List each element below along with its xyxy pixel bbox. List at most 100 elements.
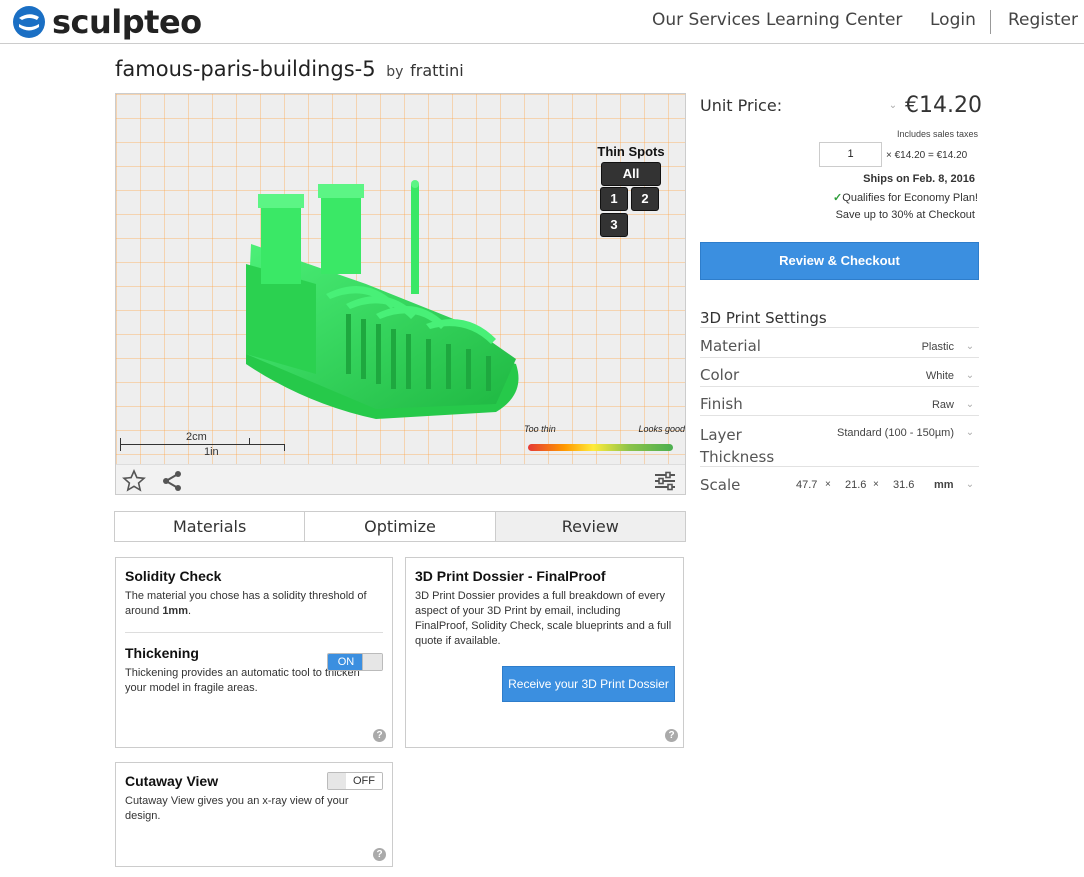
help-icon[interactable]: ?	[373, 729, 386, 742]
scale-legend: 2cm 1in	[120, 431, 290, 460]
cutaway-panel: Cutaway View Cutaway View gives you an x…	[115, 762, 393, 867]
chevron-down-icon[interactable]: ⌄	[963, 398, 977, 412]
toggle-on-label: ON	[328, 654, 364, 670]
setting-layer-thickness[interactable]: Layer Thickness Standard (100 - 150µm) ⌄	[700, 415, 979, 466]
dossier-text: 3D Print Dossier provides a full breakdo…	[415, 590, 672, 647]
product-title: famous-paris-buildings-5	[115, 57, 376, 81]
help-icon[interactable]: ?	[373, 848, 386, 861]
thin-spots-title: Thin Spots	[597, 144, 665, 159]
dossier-title: 3D Print Dossier - FinalProof	[415, 568, 606, 584]
thin-spots-panel: Thin Spots All	[596, 144, 666, 186]
layer-label-line2: Thickness	[700, 448, 775, 466]
thickness-gradient-bar	[528, 444, 673, 451]
economy-plan: ✓Qualifies for Economy Plan!	[833, 191, 978, 204]
tab-optimize[interactable]: Optimize	[305, 512, 496, 541]
unit-price-label: Unit Price:	[700, 96, 783, 115]
nav-separator	[990, 10, 991, 34]
color-label: Color	[700, 366, 740, 384]
chevron-down-icon[interactable]: ⌄	[963, 478, 977, 492]
star-icon[interactable]	[122, 469, 146, 493]
help-icon[interactable]: ?	[665, 729, 678, 742]
cutaway-text: Cutaway View gives you an x-ray view of …	[125, 795, 349, 822]
tab-materials[interactable]: Materials	[115, 512, 306, 541]
solidity-thickening-panel: Solidity Check The material you chose ha…	[115, 557, 393, 748]
scale-tick	[284, 444, 285, 451]
ship-date: Ships on Feb. 8, 2016	[863, 173, 975, 185]
toggle-knob	[362, 654, 382, 670]
solidity-check-title: Solidity Check	[125, 568, 222, 584]
finish-value: Raw	[931, 399, 954, 411]
cutaway-toggle[interactable]: OFF	[327, 772, 383, 790]
thickening-toggle[interactable]: ON	[327, 653, 383, 671]
finish-label: Finish	[700, 395, 743, 413]
scale-y-input[interactable]: 21.6	[845, 479, 866, 491]
scale-cm-label: 2cm	[186, 431, 207, 443]
settings-sliders-icon[interactable]	[653, 469, 677, 493]
nav-learning-center[interactable]: Learning Center	[766, 10, 902, 30]
toggle-knob	[328, 773, 348, 789]
material-label: Material	[700, 337, 761, 355]
share-icon[interactable]	[160, 469, 184, 493]
thin-spot-1-button[interactable]: 1	[600, 187, 628, 211]
setting-color[interactable]: Color White ⌄	[700, 357, 979, 386]
looks-good-label: Looks good	[638, 424, 685, 434]
3d-model[interactable]	[226, 174, 526, 424]
economy-plan-text: Qualifies for Economy Plan!	[842, 192, 978, 204]
checkmark-icon: ✓	[833, 192, 843, 204]
thin-spot-2-button[interactable]: 2	[631, 187, 659, 211]
layer-thickness-value: Standard (100 - 150µm)	[836, 427, 954, 439]
viewer-toolbar	[116, 464, 685, 494]
dossier-panel: 3D Print Dossier - FinalProof 3D Print D…	[405, 557, 684, 748]
scale-unit: mm	[934, 479, 954, 491]
quantity-input[interactable]: 1	[819, 142, 882, 167]
by-label: by	[386, 64, 404, 80]
nav-our-services[interactable]: Our Services	[652, 10, 760, 30]
author-link[interactable]: frattini	[410, 61, 464, 80]
thin-spot-3-button[interactable]: 3	[600, 213, 628, 237]
solidity-check-text: The material you chose has a solidity th…	[125, 589, 383, 619]
setting-material[interactable]: Material Plastic ⌄	[700, 327, 979, 357]
chevron-down-icon[interactable]: ⌄	[963, 340, 977, 354]
chevron-down-icon[interactable]: ⌄	[886, 99, 900, 113]
tab-review[interactable]: Review	[495, 512, 685, 541]
top-navigation-bar: sculpteo Our Services Learning Center Lo…	[0, 0, 1084, 44]
sculpteo-logo-icon	[13, 6, 45, 38]
workflow-tabs: Materials Optimize Review	[114, 511, 686, 542]
scale-tick	[120, 438, 121, 451]
divider	[125, 632, 383, 633]
scale-in-label: 1in	[204, 446, 219, 458]
logo-text: sculpteo	[52, 3, 202, 41]
toggle-off-label: OFF	[346, 773, 382, 789]
setting-scale: Scale 47.7 × 21.6 × 31.6 mm ⌄	[700, 466, 979, 496]
model-viewer[interactable]: Thin Spots All 1 2 3 2cm 1in Too thin Lo…	[115, 93, 686, 495]
scale-line	[120, 444, 285, 445]
price-calculation: × €14.20 = €14.20	[886, 150, 968, 161]
receive-dossier-button[interactable]: Receive your 3D Print Dossier	[502, 666, 675, 702]
scale-z-input[interactable]: 31.6	[893, 479, 914, 491]
solidity-threshold: 1mm	[162, 605, 188, 617]
times-sign: ×	[825, 479, 831, 490]
solidity-text-end: .	[188, 605, 192, 617]
too-thin-label: Too thin	[524, 424, 556, 434]
sales-taxes-note: Includes sales taxes	[896, 129, 978, 139]
scale-label: Scale	[700, 476, 741, 494]
chevron-down-icon[interactable]: ⌄	[963, 426, 977, 440]
layer-thickness-label: Layer Thickness	[700, 424, 774, 468]
thin-spots-all-button[interactable]: All	[601, 162, 661, 186]
print-settings-title: 3D Print Settings	[700, 309, 827, 327]
chevron-down-icon[interactable]: ⌄	[963, 369, 977, 383]
unit-price-value: €14.20	[905, 93, 982, 118]
material-value: Plastic	[921, 341, 954, 353]
nav-register[interactable]: Register	[1008, 10, 1078, 30]
sculpteo-logo[interactable]: sculpteo	[12, 3, 202, 41]
scale-tick	[249, 438, 250, 445]
thickness-legend: Too thin Looks good	[524, 424, 685, 454]
nav-login[interactable]: Login	[930, 10, 976, 30]
layer-label-line1: Layer	[700, 426, 742, 444]
review-checkout-button[interactable]: Review & Checkout	[700, 242, 979, 280]
page-title: famous-paris-buildings-5 by frattini	[115, 57, 464, 81]
times-sign: ×	[873, 479, 879, 490]
save-note: Save up to 30% at Checkout	[835, 209, 975, 221]
setting-finish[interactable]: Finish Raw ⌄	[700, 386, 979, 415]
scale-x-input[interactable]: 47.7	[796, 479, 817, 491]
